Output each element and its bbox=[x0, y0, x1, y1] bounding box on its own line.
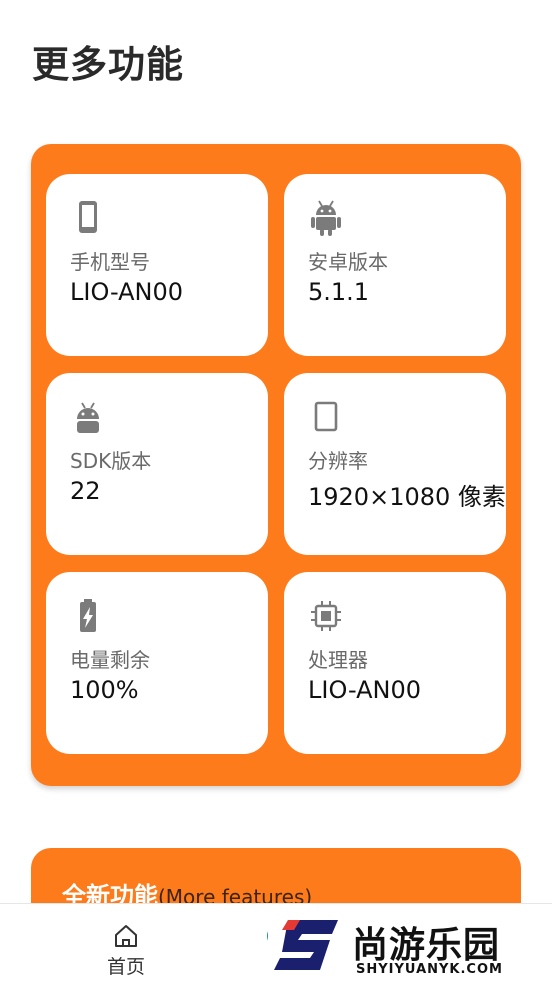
android-version-card[interactable]: 安卓版本 5.1.1 bbox=[284, 174, 506, 356]
resolution-card[interactable]: 分辨率 1920×1080 像素 bbox=[284, 373, 506, 555]
card-value: LIO-AN00 bbox=[308, 676, 422, 704]
sdk-version-card[interactable]: SDK版本 22 bbox=[46, 373, 268, 555]
watermark: 尚游乐园 SHYIYUANYK.COM bbox=[268, 910, 552, 981]
card-label: 电量剩余 bbox=[70, 648, 150, 672]
card-value: LIO-AN00 bbox=[70, 278, 184, 306]
card-value: 22 bbox=[70, 477, 101, 505]
watermark-url: SHYIYUANYK.COM bbox=[356, 962, 503, 977]
cpu-icon bbox=[308, 596, 344, 636]
card-label: 分辨率 bbox=[308, 449, 368, 473]
phone-icon bbox=[70, 198, 106, 238]
nav-label-home: 首页 bbox=[106, 956, 145, 978]
card-value: 5.1.1 bbox=[308, 278, 370, 306]
nav-item-home[interactable]: 首页 bbox=[100, 922, 152, 979]
card-label: SDK版本 bbox=[70, 449, 152, 473]
watermark-name: 尚游乐园 bbox=[352, 925, 501, 966]
page-title: 更多功能 bbox=[32, 43, 184, 86]
watermark-logo-icon bbox=[274, 920, 338, 970]
card-value: 1920×1080 像素 bbox=[308, 483, 506, 511]
android-head-icon bbox=[70, 397, 106, 437]
device-model-card[interactable]: 手机型号 LIO-AN00 bbox=[46, 174, 268, 356]
card-label: 安卓版本 bbox=[308, 250, 388, 274]
card-label: 手机型号 bbox=[70, 250, 150, 274]
card-label: 处理器 bbox=[308, 648, 368, 672]
screen-icon bbox=[308, 397, 344, 437]
android-icon bbox=[308, 198, 344, 238]
card-value: 100% bbox=[70, 676, 139, 704]
battery-charging-icon bbox=[70, 596, 106, 636]
battery-card[interactable]: 电量剩余 100% bbox=[46, 572, 268, 754]
home-icon bbox=[115, 925, 137, 947]
processor-card[interactable]: 处理器 LIO-AN00 bbox=[284, 572, 506, 754]
device-info-panel: 手机型号 LIO-AN00 安卓版本 5.1.1 SDK版本 22 分辨率 19… bbox=[31, 144, 521, 786]
